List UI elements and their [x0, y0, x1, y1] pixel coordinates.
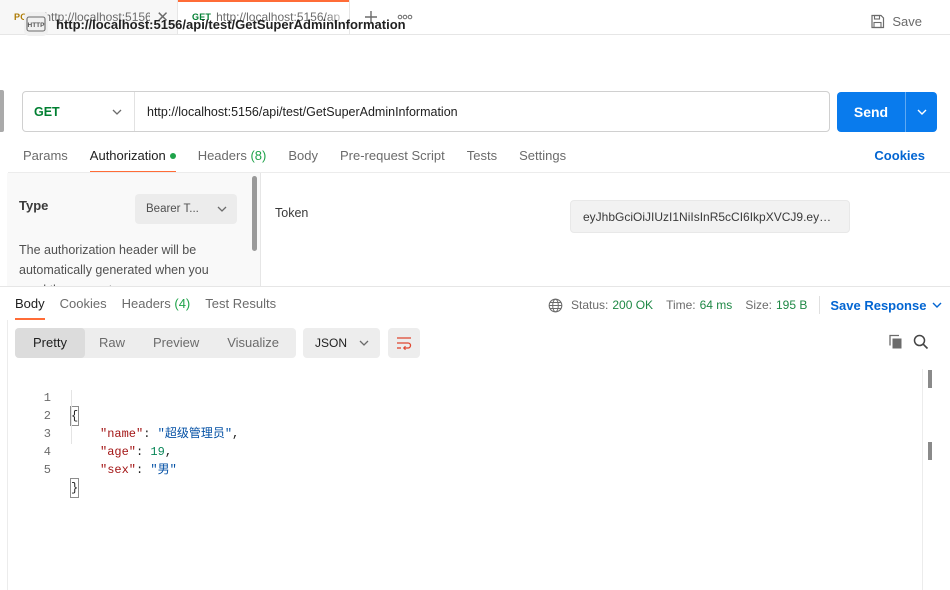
code-text: "age": 19, [100, 445, 173, 459]
code-line: 4 "sex": "男" [7, 425, 177, 477]
view-pretty[interactable]: Pretty [15, 328, 85, 358]
request-tabs: Params Authorization Headers (8) Body Pr… [23, 140, 588, 173]
code-line: 5 } [7, 443, 80, 498]
send-button[interactable]: Send [837, 92, 937, 132]
token-label: Token [275, 206, 309, 220]
tab-headers-label: Headers [197, 148, 247, 163]
tab-prerequest-script[interactable]: Pre-request Script [340, 140, 445, 172]
line-number: 5 [43, 463, 51, 477]
json-number: 19 [150, 445, 165, 459]
response-tab-body[interactable]: Body [15, 288, 45, 320]
wrap-lines-button[interactable] [388, 328, 420, 358]
request-title[interactable]: http://localhost:5156/api/test/GetSuperA… [56, 17, 406, 32]
auth-type-select[interactable]: Bearer T... [135, 194, 237, 224]
response-tabs: Body Cookies Headers (4) Test Results [15, 288, 291, 320]
time-value[interactable]: 64 ms [700, 298, 733, 312]
http-icon: HTTP [24, 12, 48, 36]
format-select[interactable]: JSON [303, 328, 380, 358]
send-label: Send [853, 104, 889, 120]
tab-authorization-label: Authorization [89, 148, 166, 163]
code-line: 3 "age": 19, [7, 407, 172, 459]
response-headers-count: (4) [174, 296, 191, 311]
method-select[interactable]: GET [23, 92, 135, 131]
json-key: "sex" [100, 463, 137, 477]
chevron-down-icon [112, 109, 122, 115]
json-key: "age" [100, 445, 137, 459]
auth-description: The authorization header will be automat… [19, 243, 209, 286]
cookies-link[interactable]: Cookies [874, 148, 925, 163]
json-key: "name" [100, 427, 144, 441]
format-value: JSON [315, 336, 348, 350]
response-meta: Status: 200 OK Time: 64 ms Size: 195 B S… [548, 296, 942, 314]
method-value: GET [34, 104, 60, 119]
auth-scrollbar[interactable] [252, 176, 257, 251]
copy-icon[interactable] [888, 334, 904, 350]
auth-type-value: Bearer T... [146, 203, 199, 215]
response-headers-label: Headers [121, 296, 171, 311]
svg-text:HTTP: HTTP [28, 22, 46, 29]
sidebar-edge[interactable] [0, 90, 4, 132]
tab-headers[interactable]: Headers (8) [198, 140, 267, 172]
url-bar: GET [22, 91, 830, 132]
tab-authorization[interactable]: Authorization [89, 140, 176, 173]
indent-guide [71, 390, 72, 444]
tab-params[interactable]: Params [23, 140, 68, 172]
time-label: Time: [666, 298, 696, 312]
panel-divider[interactable] [0, 286, 950, 287]
auth-type-label: Type [19, 198, 49, 213]
code-brace-close: } [69, 478, 80, 498]
json-string: "男" [150, 463, 177, 477]
json-string: "超级管理员" [157, 427, 233, 441]
url-input[interactable] [135, 92, 829, 131]
chevron-down-icon [217, 206, 227, 212]
editor-scrollbar[interactable] [922, 369, 935, 590]
tab-body[interactable]: Body [288, 140, 318, 172]
wrap-lines-icon [397, 337, 412, 350]
size-label: Size: [745, 298, 772, 312]
globe-icon[interactable] [548, 298, 563, 313]
status-label: Status: [571, 298, 609, 312]
headers-count: (8) [250, 148, 267, 163]
code-brace-open: { [69, 406, 80, 426]
response-body-editor[interactable]: 1 { 2 "name": "超级管理员", 3 "age": 19, 4 "s… [7, 369, 922, 590]
tab-tests[interactable]: Tests [467, 140, 497, 172]
divider [819, 296, 821, 314]
auth-type-panel: Type Bearer T... The authorization heade… [7, 173, 261, 286]
view-preview[interactable]: Preview [139, 328, 213, 358]
status-value[interactable]: 200 OK [612, 298, 653, 312]
save-button[interactable]: Save [870, 14, 922, 29]
chevron-down-icon [359, 340, 369, 346]
view-mode-toggle: Pretty Raw Preview Visualize [15, 328, 296, 358]
code-text: "sex": "男" [100, 463, 177, 477]
chevron-down-icon [917, 109, 926, 115]
save-label: Save [892, 14, 922, 29]
view-raw[interactable]: Raw [85, 328, 139, 358]
tab-settings[interactable]: Settings [519, 140, 566, 172]
active-dot [169, 152, 176, 159]
view-visualize[interactable]: Visualize [213, 328, 293, 358]
chevron-down-icon [932, 302, 942, 308]
search-icon[interactable] [913, 334, 929, 350]
response-tab-test-results[interactable]: Test Results [205, 288, 276, 320]
code-line: 2 "name": "超级管理员", [7, 389, 239, 441]
response-tab-headers[interactable]: Headers (4) [122, 288, 191, 320]
code-text: "name": "超级管理员", [100, 427, 240, 441]
code-line: 1 { [7, 371, 80, 426]
size-value[interactable]: 195 B [776, 298, 807, 312]
response-tab-cookies[interactable]: Cookies [60, 288, 107, 320]
token-value: eyJhbGciOiJIUzI1NiIsInR5cCI6IkpXVCJ9.eyJ… [583, 209, 837, 224]
save-icon [871, 14, 885, 29]
send-options-button[interactable] [906, 109, 937, 115]
save-response-button[interactable]: Save Response [830, 298, 942, 313]
save-response-label: Save Response [830, 297, 927, 313]
scroll-marker [928, 370, 932, 388]
token-input[interactable]: eyJhbGciOiJIUzI1NiIsInR5cCI6IkpXVCJ9.eyJ… [570, 200, 850, 233]
scroll-marker [928, 442, 932, 460]
